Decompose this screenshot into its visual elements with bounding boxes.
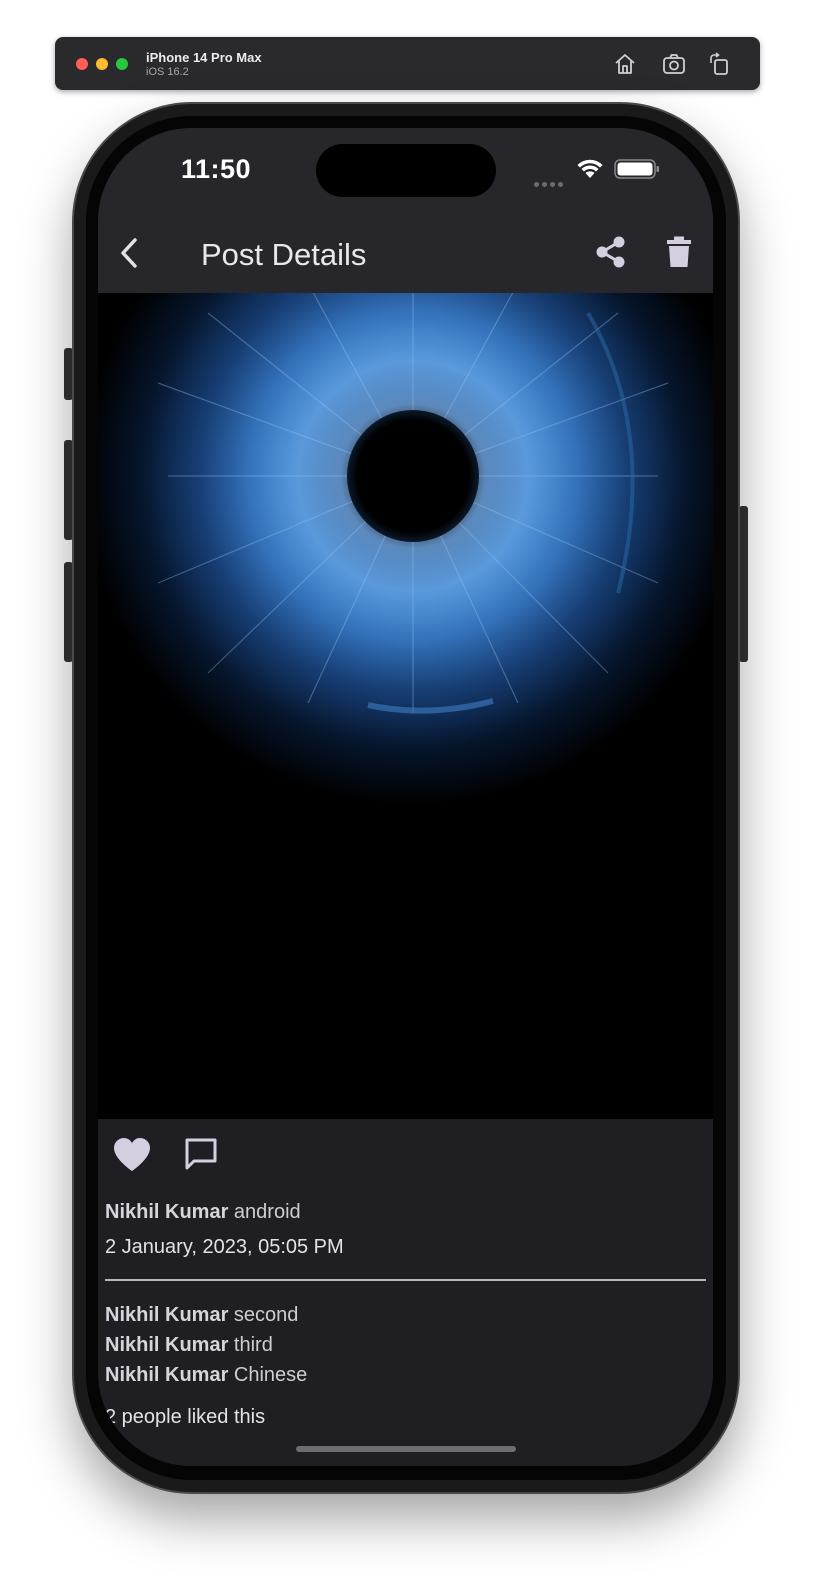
comment-item: Nikhil Kumar third — [105, 1334, 273, 1357]
device-name: iPhone 14 Pro Max — [146, 50, 262, 65]
comment-item: Nikhil Kumar second — [105, 1304, 298, 1327]
close-window-button[interactable] — [76, 58, 88, 70]
phone-screen: 11:50 Post Details Nikhil Kumar android … — [98, 128, 713, 1466]
battery-icon — [614, 159, 659, 179]
comment-item: Nikhil Kumar Chinese — [105, 1364, 307, 1387]
dynamic-island — [316, 144, 496, 197]
trash-icon[interactable] — [664, 235, 694, 269]
page-title: Post Details — [201, 237, 367, 272]
comment-text: second — [233, 1304, 299, 1326]
minimize-window-button[interactable] — [96, 58, 108, 70]
comment-author[interactable]: Nikhil Kumar — [105, 1364, 228, 1386]
comment-text: Chinese — [233, 1364, 308, 1386]
power-button — [739, 506, 748, 662]
comment-text: third — [233, 1334, 273, 1356]
cellular-icon — [534, 174, 566, 192]
screenshot-icon[interactable] — [661, 51, 687, 77]
post-image — [98, 293, 713, 1119]
comment-author[interactable]: Nikhil Kumar — [105, 1304, 228, 1326]
post-details-section: Nikhil Kumar android 2 January, 2023, 05… — [98, 1119, 713, 1466]
likes-count[interactable]: 2 people liked this — [105, 1406, 265, 1429]
heart-icon[interactable] — [112, 1137, 152, 1173]
caption-text: android — [233, 1201, 301, 1223]
simulator-toolbar: iPhone 14 Pro Max iOS 16.2 — [55, 37, 760, 90]
wifi-icon — [577, 159, 603, 178]
app-bar: Post Details — [98, 223, 713, 293]
rotate-icon[interactable] — [706, 51, 732, 77]
zoom-window-button[interactable] — [116, 58, 128, 70]
status-time: 11:50 — [181, 154, 252, 184]
post-caption: Nikhil Kumar android — [105, 1201, 301, 1224]
status-bar: 11:50 — [98, 128, 713, 223]
home-indicator[interactable] — [296, 1446, 516, 1452]
comment-icon[interactable] — [184, 1137, 218, 1171]
chevron-left-icon[interactable] — [114, 233, 144, 273]
share-icon[interactable] — [593, 235, 627, 269]
divider — [105, 1279, 706, 1281]
post-date: 2 January, 2023, 05:05 PM — [105, 1236, 344, 1258]
comment-author[interactable]: Nikhil Kumar — [105, 1334, 228, 1356]
post-author[interactable]: Nikhil Kumar — [105, 1201, 228, 1223]
eye-iris-image — [98, 293, 713, 1119]
home-icon[interactable] — [612, 51, 638, 77]
os-version: iOS 16.2 — [146, 66, 189, 78]
